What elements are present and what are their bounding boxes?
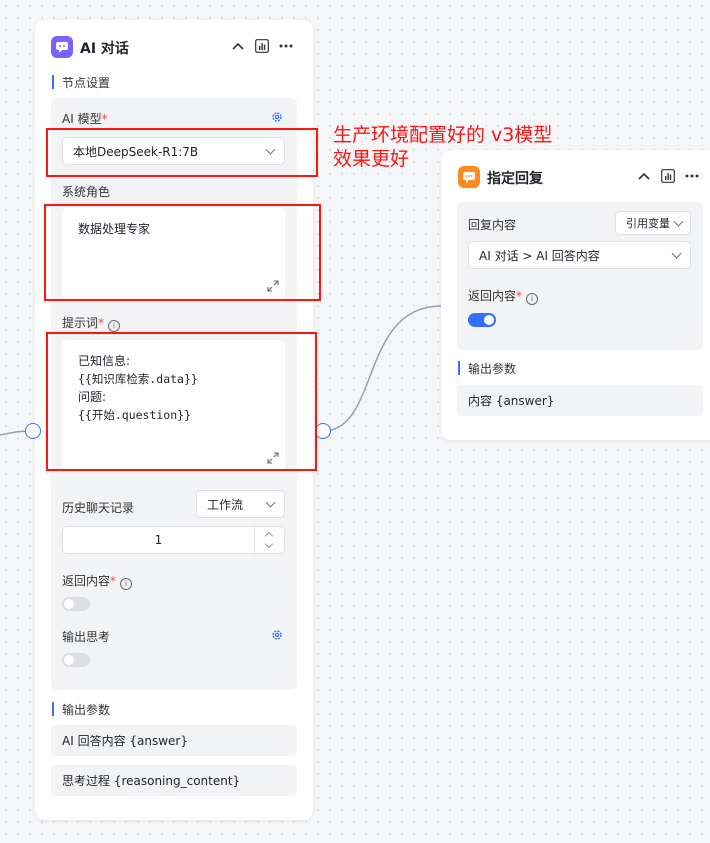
model-label: AI 模型* bbox=[62, 112, 108, 126]
chevron-down-icon[interactable] bbox=[264, 539, 274, 549]
chevron-down-icon bbox=[673, 216, 684, 227]
reply-variable-select[interactable]: AI 对话 > AI 回答内容 bbox=[468, 241, 691, 269]
chevron-down-icon bbox=[265, 497, 276, 508]
collapse-icon[interactable] bbox=[230, 38, 246, 54]
think-toggle[interactable] bbox=[62, 653, 90, 667]
chevron-down-icon bbox=[671, 248, 682, 259]
reply-return-label: 返回内容* i bbox=[468, 287, 539, 305]
prompt-label: 提示词* i bbox=[62, 314, 121, 332]
collapse-icon[interactable] bbox=[636, 168, 652, 184]
node-title: 指定回复 bbox=[487, 171, 543, 187]
quantity-stepper[interactable] bbox=[254, 527, 284, 553]
more-icon[interactable] bbox=[684, 168, 700, 184]
reply-node[interactable]: 指定回复 回复内容 引用变量 AI 对话 > AI 回答内容 返回内容* i 输出… bbox=[441, 150, 710, 440]
reply-content-label: 回复内容 bbox=[468, 218, 517, 232]
chat-bubble-icon bbox=[51, 36, 73, 58]
reply-settings-panel: 回复内容 引用变量 AI 对话 > AI 回答内容 返回内容* i bbox=[457, 202, 703, 350]
annotation-line: 生产环境配置好的 v3模型 bbox=[333, 124, 553, 146]
section-output-params: 输出参数 bbox=[52, 701, 110, 718]
highlight-model bbox=[46, 128, 318, 177]
annotation-text: 生产环境配置好的 v3模型 效果更好 bbox=[333, 123, 552, 171]
highlight-role bbox=[44, 204, 321, 301]
chart-icon[interactable] bbox=[254, 38, 270, 54]
output-param-row: AI 回答内容 {answer} bbox=[51, 725, 297, 756]
gear-icon[interactable] bbox=[271, 111, 283, 127]
info-icon[interactable]: i bbox=[120, 578, 133, 590]
reply-mode-select[interactable]: 引用变量 bbox=[615, 211, 691, 235]
chart-icon[interactable] bbox=[660, 168, 676, 184]
history-mode-value: 工作流 bbox=[207, 497, 244, 512]
input-port[interactable] bbox=[25, 423, 41, 439]
annotation-line: 效果更好 bbox=[333, 148, 410, 170]
output-param-row: 内容 {answer} bbox=[457, 385, 703, 416]
reply-variable-value: AI 对话 > AI 回答内容 bbox=[479, 248, 600, 263]
history-label: 历史聊天记录 bbox=[62, 501, 135, 515]
section-output-params: 输出参数 bbox=[458, 360, 516, 377]
highlight-prompt bbox=[46, 332, 317, 471]
history-count-value: 1 bbox=[154, 533, 163, 547]
role-label: 系统角色 bbox=[62, 185, 111, 199]
think-label: 输出思考 bbox=[62, 630, 111, 644]
return-toggle[interactable] bbox=[62, 597, 90, 611]
reply-return-toggle[interactable] bbox=[468, 313, 496, 327]
more-icon[interactable] bbox=[278, 38, 294, 54]
history-count-input[interactable]: 1 bbox=[62, 526, 285, 554]
section-node-settings: 节点设置 bbox=[52, 74, 110, 91]
return-label: 返回内容* i bbox=[62, 572, 133, 590]
history-mode-select[interactable]: 工作流 bbox=[196, 490, 285, 518]
output-param-row: 思考过程 {reasoning_content} bbox=[51, 765, 297, 796]
info-icon[interactable]: i bbox=[526, 293, 539, 305]
info-icon[interactable]: i bbox=[108, 320, 121, 332]
output-port[interactable] bbox=[315, 423, 331, 439]
gear-icon[interactable] bbox=[271, 629, 283, 645]
node-title: AI 对话 bbox=[80, 41, 129, 57]
reply-mode-value: 引用变量 bbox=[626, 217, 670, 230]
